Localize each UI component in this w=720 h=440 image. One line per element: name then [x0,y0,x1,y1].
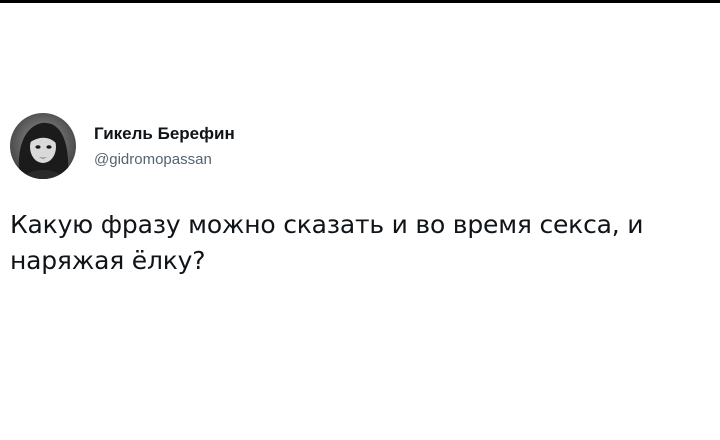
avatar[interactable] [10,113,76,179]
author-display-name[interactable]: Гикель Берефин [94,123,235,144]
tweet-card: Гикель Берефин @gidromopassan Какую фраз… [10,110,710,279]
author-names: Гикель Берефин @gidromopassan [94,123,235,170]
top-border [0,0,720,3]
author-handle[interactable]: @gidromopassan [94,150,235,170]
screenshot-frame: Гикель Берефин @gidromopassan Какую фраз… [0,0,720,440]
tweet-header: Гикель Берефин @gidromopassan [10,110,710,182]
avatar-photo-icon [10,113,76,179]
tweet-text: Какую фразу можно сказать и во время сек… [10,210,644,275]
